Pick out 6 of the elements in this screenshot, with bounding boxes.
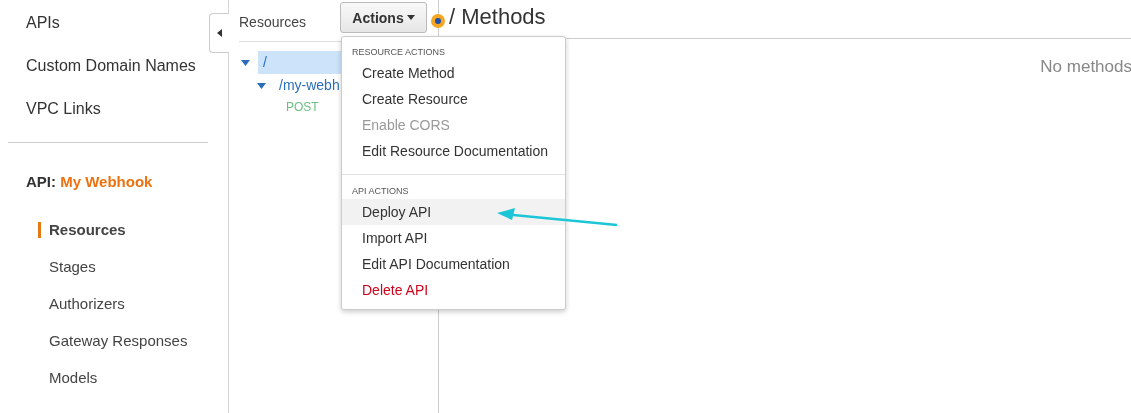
menu-section-heading: RESOURCE ACTIONS <box>351 46 446 59</box>
page-title: / Methods <box>449 4 546 30</box>
empty-message: No methods <box>1040 57 1131 76</box>
menu-section-heading: API ACTIONS <box>351 185 410 198</box>
resources-title: Resources <box>239 14 306 30</box>
api-name-heading: API: My Webhook <box>25 172 154 192</box>
